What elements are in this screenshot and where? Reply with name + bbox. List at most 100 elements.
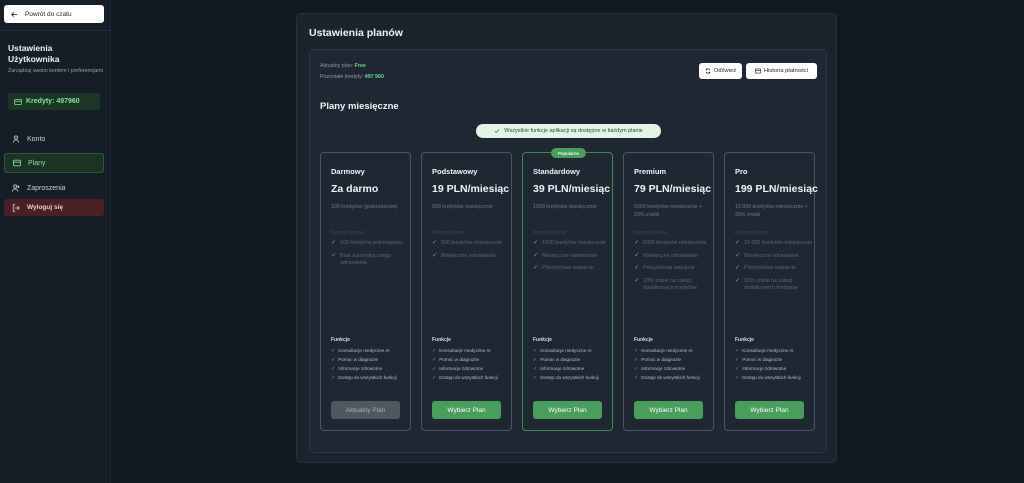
plan-benefits-heading: Korzyści planu:: [735, 230, 769, 236]
sidebar-item-zaproszenia[interactable]: Zaproszenia: [4, 178, 104, 198]
plan-feature-text: Informacje zdrowotne: [742, 366, 787, 371]
check-icon: ✓: [735, 348, 740, 354]
plan-feature: ✓ Informacje zdrowotne: [735, 366, 815, 372]
plan-benefit: ✓ 1500 kredytów miesięcznie: [533, 240, 611, 248]
sidebar-subtitle: Zarządzaj swoim kontem i preferencjami: [8, 68, 103, 74]
back-to-chat-label: Powrót do czatu: [25, 10, 72, 18]
current-plan-button[interactable]: Aktualny Plan: [331, 401, 400, 419]
check-icon: ✓: [331, 375, 336, 381]
plan-benefit-text: Miesięczne odnawianie: [744, 252, 799, 259]
plan-feature-text: Informacje zdrowotne: [439, 366, 484, 371]
plans-container: Aktualny plan: Free Pozostałe kredyty: 4…: [309, 49, 827, 453]
arrow-left-icon: [11, 11, 18, 17]
check-icon: ✓: [432, 252, 438, 259]
plan-card-premium: Premium 79 PLN/miesiąc 5000 kredytów mie…: [623, 152, 714, 431]
plan-card-darmowy: Darmowy Za darmo 100 kredytów (jednorazo…: [320, 152, 411, 431]
plan-benefit: ✓ Brak automatycznego odnowienia: [331, 253, 409, 268]
plan-features-list: ✓ Konsultacje medyczne AI ✓ Pomoc w diagno…: [735, 348, 815, 384]
plan-benefit-text: 1500 kredytów miesięcznie: [542, 240, 606, 246]
check-icon: ✓: [533, 240, 539, 246]
check-icon: ✓: [432, 348, 437, 354]
plan-features-heading: Funkcje: [735, 337, 754, 343]
remaining-credits-line: Pozostałe kredyty: 497 960: [320, 74, 384, 80]
plan-name: Premium: [634, 167, 667, 176]
plan-feature-text: Pomoc w diagnozie: [439, 357, 480, 362]
plan-feature-text: Konsultacje medyczne AI: [338, 348, 390, 353]
plan-feature-text: Pomoc w diagnozie: [338, 357, 379, 362]
info-pill: Wszystkie funkcje aplikacji są dostępne …: [476, 124, 661, 138]
plan-feature: ✓ Dostęp do wszystkich funkcji: [634, 375, 714, 381]
plan-benefits-list: ✓ 500 kredytów miesięcznie ✓ Miesięczne od…: [432, 240, 510, 265]
current-plan-line: Aktualny plan: Free: [320, 63, 366, 69]
plan-benefit-text: 5000 kredytów miesięcznie: [643, 240, 707, 246]
plan-card-podstawowy: Podstawowy 19 PLN/miesiąc 500 kredytów m…: [421, 152, 512, 431]
plan-price: 19 PLN/miesiąc: [432, 183, 510, 195]
sidebar-item-label: Plany: [28, 159, 46, 167]
plan-feature: ✓ Pomoc w diagnozie: [533, 357, 613, 363]
check-icon: ✓: [634, 375, 639, 381]
plan-feature: ✓ Pomoc w diagnozie: [432, 357, 512, 363]
plan-feature: ✓ Dostęp do wszystkich funkcji: [331, 375, 411, 381]
remaining-credits-label: Pozostałe kredyty:: [320, 74, 365, 80]
plan-benefit: ✓ 5000 kredytów miesięcznie: [634, 240, 712, 248]
plan-feature: ✓ Konsultacje medyczne AI: [634, 348, 714, 354]
sidebar-item-plany[interactable]: Plany: [4, 153, 104, 173]
sidebar-item-label: Konto: [27, 135, 46, 143]
plan-feature-text: Dostęp do wszystkich funkcji: [439, 375, 498, 380]
plan-benefit-text: 15 000 kredytów miesięcznie: [744, 240, 813, 246]
sidebar-title: Ustawienia Użytkownika: [8, 43, 60, 64]
plan-description: 15 000 kredytów miesięcznie + 30% zniżki: [735, 204, 808, 218]
plan-benefits-heading: Korzyści planu:: [634, 230, 668, 236]
plan-benefits-list: ✓ 100 kredytów jednorazowo ✓ Brak automaty…: [331, 240, 409, 273]
plan-description: 500 kredytów miesięcznie: [432, 204, 493, 210]
payment-history-label: Historia płatności: [763, 68, 809, 74]
plan-feature: ✓ Dostęp do wszystkich funkcji: [432, 375, 512, 381]
check-icon: ✓: [634, 240, 640, 246]
plan-feature: ✓ Konsultacje medyczne AI: [533, 348, 613, 354]
plan-benefit: ✓ Miesięczne odnawianie: [432, 253, 510, 261]
plan-features-heading: Funkcje: [634, 337, 653, 343]
plan-price: 199 PLN/miesiąc: [735, 183, 818, 195]
plan-feature-text: Dostęp do wszystkich funkcji: [742, 375, 801, 380]
refresh-button[interactable]: Odśwież: [699, 63, 742, 79]
check-icon: ✓: [432, 375, 437, 381]
plan-feature: ✓ Dostęp do wszystkich funkcji: [533, 375, 613, 381]
current-plan-label: Aktualny plan:: [320, 63, 355, 69]
back-to-chat-button[interactable]: Powrót do czatu: [4, 5, 104, 23]
choose-plan-button[interactable]: Wybierz Plan: [533, 401, 602, 419]
plan-name: Pro: [735, 167, 748, 176]
plan-feature-text: Pomoc w diagnozie: [641, 357, 682, 362]
plan-name: Podstawowy: [432, 167, 478, 176]
sidebar-item-label: Zaproszenia: [27, 184, 66, 192]
plan-benefit: ✓ 100 kredytów jednorazowo: [331, 240, 409, 248]
credits-badge: Kredyty: 497960: [8, 93, 100, 110]
plan-feature: ✓ Konsultacje medyczne AI: [331, 348, 411, 354]
plan-benefit-text: Priorytetowe wsparcie: [643, 265, 695, 271]
choose-plan-button[interactable]: Wybierz Plan: [432, 401, 501, 419]
plan-feature: ✓ Dostęp do wszystkich funkcji: [735, 375, 815, 381]
sidebar: Powrót do czatu Ustawienia Użytkownika Z…: [0, 0, 111, 483]
check-icon: ✓: [331, 348, 336, 354]
check-icon: ✓: [432, 240, 438, 246]
logout-icon: [12, 203, 20, 212]
page-title: Ustawienia planów: [309, 27, 403, 39]
check-icon: ✓: [331, 240, 337, 246]
choose-plan-button[interactable]: Wybierz Plan: [735, 401, 804, 419]
sidebar-item-konto[interactable]: Konto: [4, 129, 104, 149]
plan-feature: ✓ Konsultacje medyczne AI: [432, 348, 512, 354]
refresh-label: Odśwież: [713, 68, 737, 74]
check-icon: ✓: [533, 375, 538, 381]
plan-benefit: ✓ 500 kredytów miesięcznie: [432, 240, 510, 248]
plan-benefit-text: 500 kredytów miesięcznie: [441, 240, 502, 246]
choose-plan-button[interactable]: Wybierz Plan: [634, 401, 703, 419]
logout-button[interactable]: Wyloguj się: [4, 199, 104, 216]
plan-benefit: ✓ Miesięczne odnawianie: [533, 253, 611, 261]
plan-benefit: ✓ 15 000 kredytów miesięcznie: [735, 240, 813, 248]
check-icon: ✓: [735, 357, 740, 363]
check-icon: ✓: [634, 252, 640, 259]
check-icon: [494, 129, 500, 134]
info-pill-text: Wszystkie funkcje aplikacji są dostępne …: [504, 128, 643, 134]
payment-history-button[interactable]: Historia płatności: [746, 63, 817, 79]
plan-benefit: ✓ 20% zniżki na zakup dodatkowych kredytó…: [634, 278, 712, 293]
monthly-plans-heading: Plany miesięczne: [320, 101, 399, 112]
